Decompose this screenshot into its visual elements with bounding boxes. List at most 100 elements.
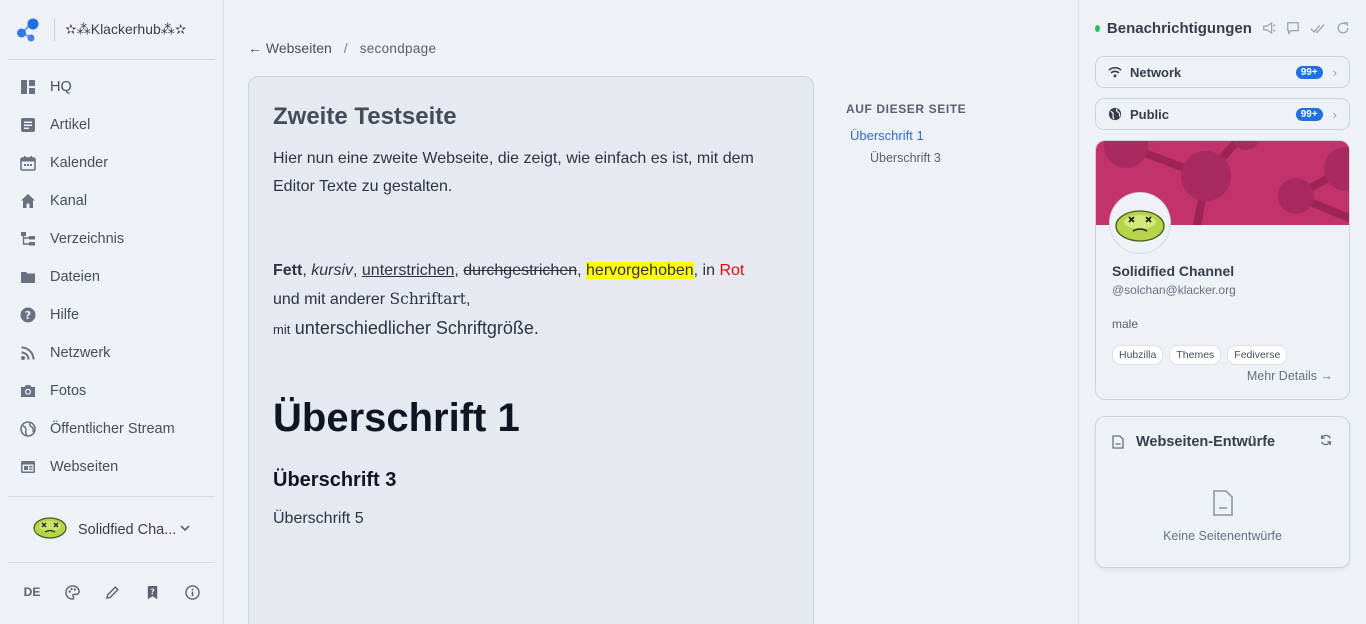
chevron-right-icon: › [1332,64,1337,80]
highlighted-text: hervorgehoben [586,262,694,279]
nav-item-oeffentlicher-stream[interactable]: Öffentlicher Stream [0,410,223,448]
notification-count-badge: 99+ [1295,107,1323,121]
home-icon [20,193,36,209]
sidebar: ✫⁂Klackerhub⁂✫ HQ Artikel Kalender Kanal… [0,0,224,624]
document-icon [1112,434,1126,449]
megaphone-off-icon[interactable] [1262,18,1276,38]
globe-icon [1108,107,1122,121]
profile-tag[interactable]: Themes [1169,345,1222,365]
right-panel: Benachrichtigungen Network 99+ › Public … [1078,0,1366,624]
nav-item-hilfe[interactable]: ? Hilfe [0,296,223,334]
nav-label: Kanal [50,193,88,209]
strikethrough-text: durchgestrichen [463,262,578,279]
breadcrumb-current: secondpage [359,40,437,56]
in-text: in [702,262,715,279]
nav-label: Webseiten [50,459,119,475]
dashboard-icon [20,79,36,95]
heading-3: Überschrift 3 [273,469,397,491]
breadcrumb-separator: / [343,40,348,56]
nav-item-netzwerk[interactable]: Netzwerk [0,334,223,372]
channel-switcher[interactable]: Solidfied Cha... [8,497,215,563]
folder-icon [20,269,36,285]
nav-item-hq[interactable]: HQ [0,68,223,106]
italic-text: kursiv [311,262,353,279]
pencil-icon[interactable] [101,581,123,603]
language-switch[interactable]: DE [21,581,43,603]
globe-icon [20,421,36,437]
channel-avatar [32,514,68,545]
underline-text: unterstrichen [361,262,455,279]
toc-link-heading-1[interactable]: Überschrift 1 [846,128,1046,143]
refresh-icon[interactable] [1336,18,1350,38]
profile-card: Solidified Channel @solchan@klacker.org … [1095,140,1350,400]
hubzilla-logo-icon[interactable] [16,18,40,42]
help-book-icon[interactable]: ? [141,581,163,603]
profile-avatar[interactable] [1110,193,1170,253]
large-size-text: unterschiedlicher Schriftgröße. [294,318,539,338]
nav-item-webseiten[interactable]: Webseiten [0,448,223,486]
nav-label: Netzwerk [50,345,111,361]
brand-divider [54,18,55,41]
notification-network[interactable]: Network 99+ › [1095,56,1350,88]
notification-public-label: Public [1130,106,1170,122]
nav-item-dateien[interactable]: Dateien [0,258,223,296]
brand[interactable]: ✫⁂Klackerhub⁂✫ [8,0,215,60]
red-text: Rot [719,262,745,279]
palette-icon[interactable] [61,581,83,603]
chevron-down-icon[interactable] [179,521,191,539]
chevron-right-icon: › [1332,106,1337,122]
calendar-icon [20,155,36,171]
nav-item-verzeichnis[interactable]: Verzeichnis [0,220,223,258]
directory-icon [20,231,36,247]
info-icon[interactable] [181,581,203,603]
page-intro: Hier nun eine zweite Webseite, die zeigt… [273,150,754,195]
help-icon: ? [20,307,36,323]
breadcrumb-back-link[interactable]: ← Webseiten [248,40,332,56]
table-of-contents: AUF DIESER SEITE Überschrift 1 Überschri… [846,102,1046,165]
svg-text:?: ? [150,587,154,596]
nav-item-kanal[interactable]: Kanal [0,182,223,220]
webpages-icon [20,459,36,475]
nav-item-fotos[interactable]: Fotos [0,372,223,410]
message-icon[interactable] [1286,18,1300,38]
more-details-link[interactable]: Mehr Details → [1247,369,1333,383]
photo-icon [20,383,36,399]
profile-name[interactable]: Solidified Channel [1112,263,1333,279]
profile-tags: Hubzilla Themes Fediverse [1112,345,1333,365]
notification-public[interactable]: Public 99+ › [1095,98,1350,130]
empty-document-icon [1212,489,1234,522]
nav-label: Verzeichnis [50,231,125,247]
breadcrumb: ← Webseiten / secondpage [248,40,436,56]
nav-item-artikel[interactable]: Artikel [0,106,223,144]
profile-tag[interactable]: Hubzilla [1112,345,1164,365]
notifications-header: Benachrichtigungen [1095,0,1350,56]
serif-font-text: Schriftart [389,290,467,308]
article-icon [20,117,36,133]
nav-item-kalender[interactable]: Kalender [0,144,223,182]
notifications-title: Benachrichtigungen [1106,19,1252,37]
drafts-empty-message: Keine Seitenentwürfe [1163,529,1282,543]
wifi-icon [1108,65,1122,79]
hub-name[interactable]: ✫⁂Klackerhub⁂✫ [65,21,187,38]
profile-tag[interactable]: Fediverse [1227,345,1288,365]
page-title: Zweite Testseite [273,103,457,130]
drafts-title: Webseiten-Entwürfe [1136,433,1276,450]
profile-handle: @solchan@klacker.org [1112,283,1236,297]
notification-network-label: Network [1130,64,1182,80]
toc-link-heading-3[interactable]: Überschrift 3 [846,151,1046,165]
nav-label: Öffentlicher Stream [50,421,175,437]
nav-label: Kalender [50,155,109,171]
svg-text:?: ? [25,309,31,322]
online-indicator [1095,24,1100,32]
breadcrumb-back-label: Webseiten [265,40,332,56]
profile-gender: male [1112,317,1139,331]
font-prefix-text: und mit anderer [273,291,386,308]
webpage-drafts-widget: Webseiten-Entwürfe Keine Seitenentwürfe [1095,416,1350,568]
nav-label: Dateien [50,269,100,285]
mark-all-read-icon[interactable] [1310,18,1326,38]
heading-5: Überschrift 5 [273,510,364,527]
main-nav: HQ Artikel Kalender Kanal Verzeichnis Da… [0,60,223,486]
refresh-icon[interactable] [1319,433,1333,450]
webpage-content: Zweite Testseite Hier nun eine zweite We… [248,76,814,624]
notification-count-badge: 99+ [1295,65,1323,79]
